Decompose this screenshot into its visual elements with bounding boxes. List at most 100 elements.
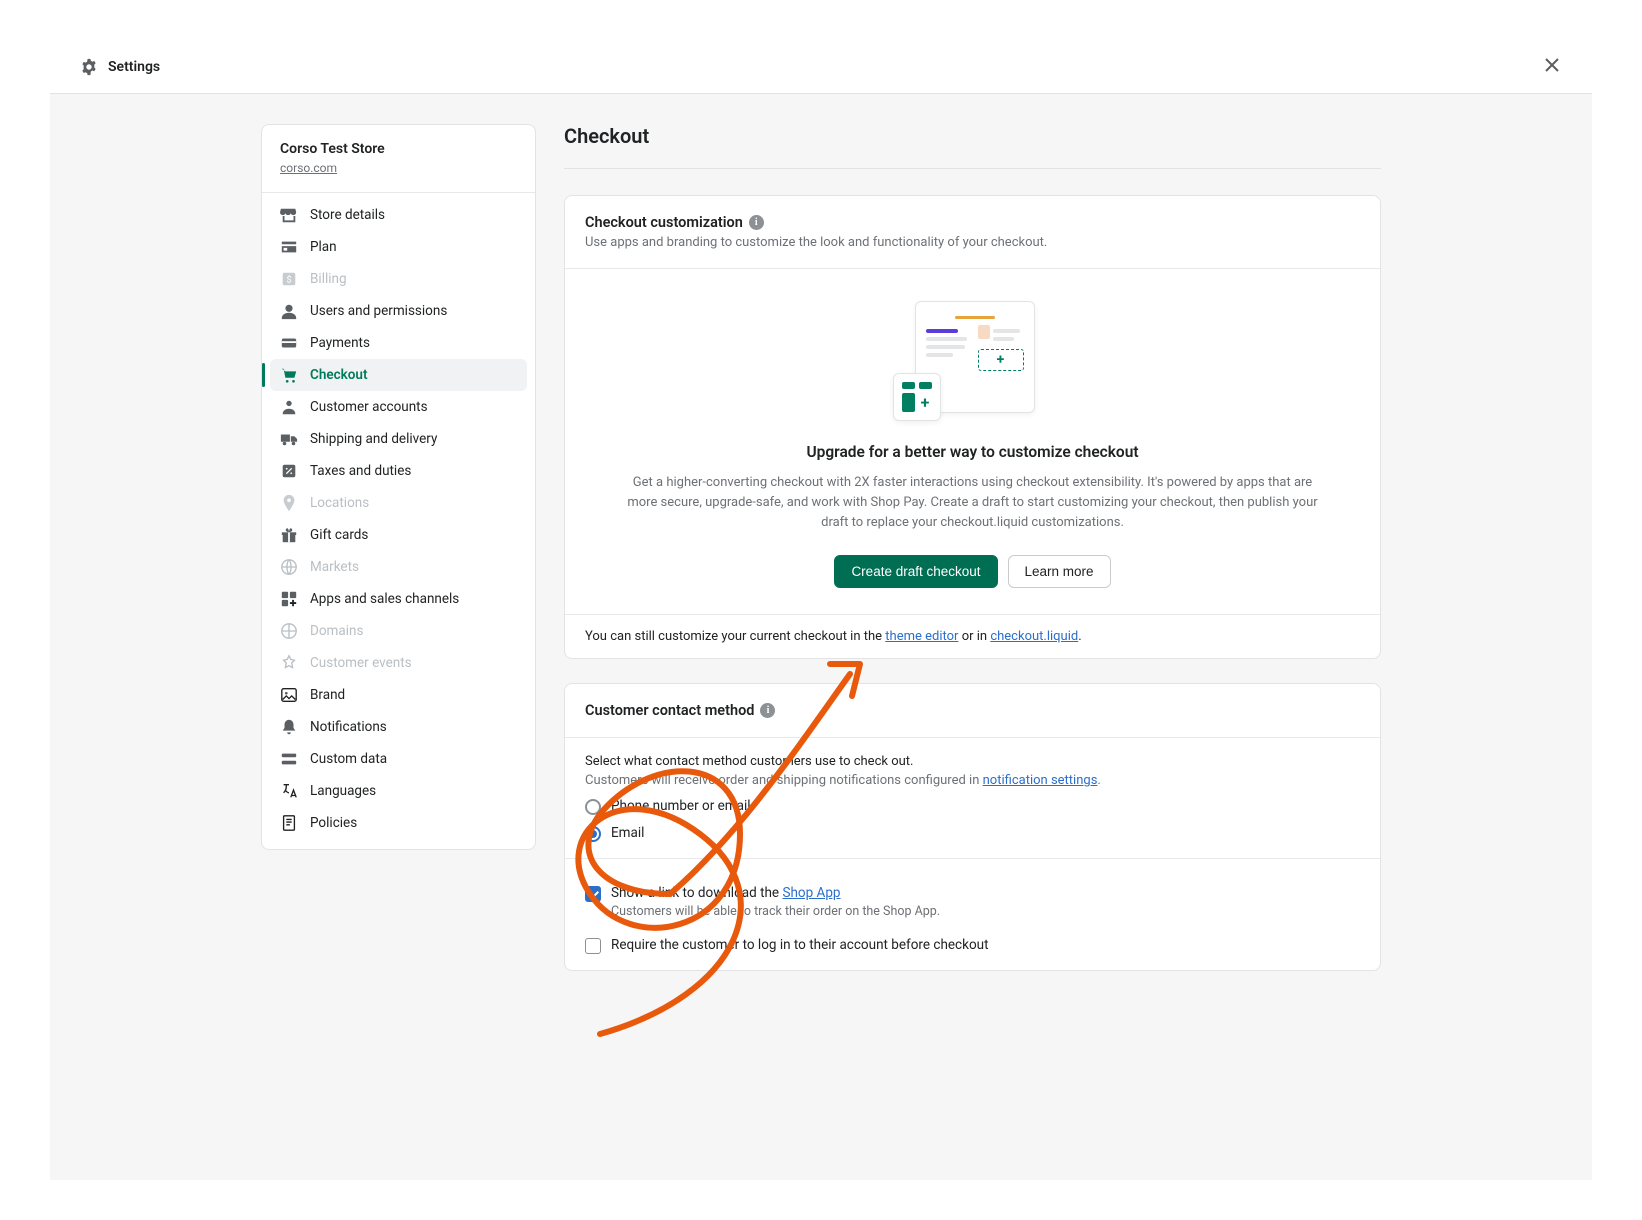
- radio-email[interactable]: Email: [585, 825, 1360, 842]
- checkout-liquid-link[interactable]: checkout.liquid: [990, 629, 1078, 644]
- nav-locations: Locations: [270, 487, 527, 519]
- nav-label: Payments: [310, 335, 370, 351]
- brand-icon: [280, 686, 298, 704]
- nav-billing: $ Billing: [270, 263, 527, 295]
- topbar: Settings: [50, 40, 1592, 94]
- notification-settings-link[interactable]: notification settings: [983, 773, 1098, 788]
- nav-customdata[interactable]: Custom data: [270, 743, 527, 775]
- nav-users[interactable]: Users and permissions: [270, 295, 527, 327]
- billing-icon: $: [280, 270, 298, 288]
- gift-icon: [280, 526, 298, 544]
- page-title: Checkout: [564, 124, 1381, 169]
- languages-icon: [280, 782, 298, 800]
- store-header: Corso Test Store corso.com: [262, 125, 535, 193]
- nav-label: Notifications: [310, 719, 387, 735]
- card-subtitle: Use apps and branding to customize the l…: [585, 235, 1360, 250]
- nav-label: Domains: [310, 623, 363, 639]
- nav-label: Policies: [310, 815, 357, 831]
- domains-icon: [280, 622, 298, 640]
- info-icon[interactable]: [749, 215, 764, 230]
- topbar-title: Settings: [108, 59, 160, 75]
- nav-plan[interactable]: Plan: [270, 231, 527, 263]
- customer-contact-card: Customer contact method Select what cont…: [564, 683, 1381, 971]
- nav-label: Customer events: [310, 655, 412, 671]
- nav-label: Store details: [310, 207, 385, 223]
- close-button[interactable]: [1542, 55, 1562, 79]
- nav-apps[interactable]: Apps and sales channels: [270, 583, 527, 615]
- nav-gift[interactable]: Gift cards: [270, 519, 527, 551]
- shop-app-subtext: Customers will be able to track their or…: [611, 904, 1360, 919]
- nav-label: Users and permissions: [310, 303, 447, 319]
- nav-label: Languages: [310, 783, 376, 799]
- nav-label: Markets: [310, 559, 359, 575]
- locations-icon: [280, 494, 298, 512]
- nav-payments[interactable]: Payments: [270, 327, 527, 359]
- contact-line2: Customers will receive order and shippin…: [585, 773, 1360, 788]
- checkout-icon: [280, 366, 298, 384]
- store-domain-link[interactable]: corso.com: [280, 161, 337, 175]
- nav-events: Customer events: [270, 647, 527, 679]
- card-title: Customer contact method: [585, 702, 1360, 719]
- nav-customer-accounts[interactable]: Customer accounts: [270, 391, 527, 423]
- radio-phone-email[interactable]: Phone number or email: [585, 798, 1360, 815]
- nav-label: Customer accounts: [310, 399, 428, 415]
- payments-icon: [280, 334, 298, 352]
- policies-icon: [280, 814, 298, 832]
- store-name: Corso Test Store: [280, 141, 517, 157]
- shop-app-link[interactable]: Shop App: [782, 885, 840, 901]
- checkbox-require-login[interactable]: Require the customer to log in to their …: [585, 937, 1360, 954]
- nav-label: Locations: [310, 495, 369, 511]
- nav-store-details[interactable]: Store details: [270, 199, 527, 231]
- notifications-icon: [280, 718, 298, 736]
- info-icon[interactable]: [760, 703, 775, 718]
- nav-checkout[interactable]: Checkout: [270, 359, 527, 391]
- nav-label: Plan: [310, 239, 337, 255]
- nav-policies[interactable]: Policies: [270, 807, 527, 839]
- hero-title: Upgrade for a better way to customize ch…: [621, 443, 1324, 461]
- create-draft-button[interactable]: Create draft checkout: [834, 555, 997, 588]
- customer-icon: [280, 398, 298, 416]
- checkbox-input[interactable]: [585, 886, 601, 902]
- users-icon: [280, 302, 298, 320]
- nav-taxes[interactable]: Taxes and duties: [270, 455, 527, 487]
- store-icon: [280, 206, 298, 224]
- hero-text: Get a higher-converting checkout with 2X…: [621, 473, 1324, 533]
- apps-icon: [280, 590, 298, 608]
- settings-sidebar: Corso Test Store corso.com Store details…: [261, 124, 536, 850]
- nav-label: Brand: [310, 687, 345, 703]
- card-footnote: You can still customize your current che…: [565, 614, 1380, 658]
- main-content: Checkout Checkout customization Use apps…: [564, 124, 1381, 1180]
- shipping-icon: [280, 430, 298, 448]
- learn-more-button[interactable]: Learn more: [1008, 555, 1111, 588]
- checkout-customization-card: Checkout customization Use apps and bran…: [564, 195, 1381, 659]
- nav-list: Store details Plan $ Billing Users and pe…: [262, 193, 535, 849]
- taxes-icon: [280, 462, 298, 480]
- nav-label: Checkout: [310, 367, 368, 383]
- nav-label: Billing: [310, 271, 347, 287]
- nav-markets: Markets: [270, 551, 527, 583]
- nav-brand[interactable]: Brand: [270, 679, 527, 711]
- gear-icon: [80, 58, 98, 76]
- checkbox-shop-app[interactable]: Show a link to download the Shop App: [585, 885, 1360, 902]
- nav-label: Custom data: [310, 751, 387, 767]
- checkbox-input[interactable]: [585, 938, 601, 954]
- svg-text:$: $: [286, 275, 291, 286]
- hero-illustration: + +: [893, 301, 1053, 421]
- events-icon: [280, 654, 298, 672]
- nav-shipping[interactable]: Shipping and delivery: [270, 423, 527, 455]
- nav-domains: Domains: [270, 615, 527, 647]
- contact-line1: Select what contact method customers use…: [585, 754, 1360, 769]
- nav-label: Gift cards: [310, 527, 368, 543]
- nav-label: Shipping and delivery: [310, 431, 437, 447]
- nav-notifications[interactable]: Notifications: [270, 711, 527, 743]
- nav-label: Taxes and duties: [310, 463, 411, 479]
- customdata-icon: [280, 750, 298, 768]
- radio-input[interactable]: [585, 799, 601, 815]
- plan-icon: [280, 238, 298, 256]
- nav-label: Apps and sales channels: [310, 591, 459, 607]
- markets-icon: [280, 558, 298, 576]
- theme-editor-link[interactable]: theme editor: [885, 629, 958, 644]
- nav-languages[interactable]: Languages: [270, 775, 527, 807]
- radio-input[interactable]: [585, 826, 601, 842]
- card-title: Checkout customization: [585, 214, 1360, 231]
